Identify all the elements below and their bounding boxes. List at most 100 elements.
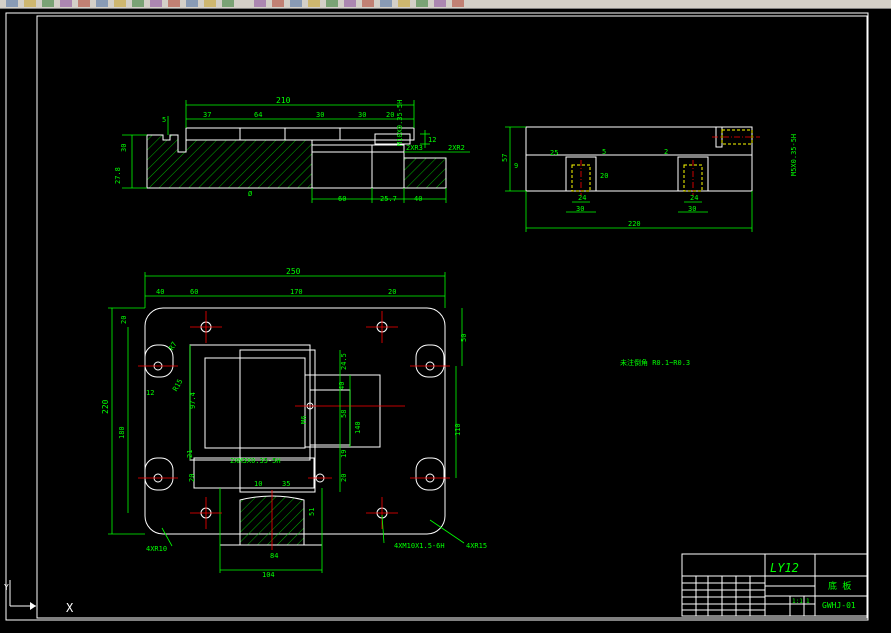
dim-30b: 30 [358,111,366,119]
dim-20-low: 20 [188,474,196,482]
title-scale: 1:1 [792,598,803,605]
dim-20: 20 [386,111,394,119]
dim-50: 50 [460,334,468,342]
drawing-canvas[interactable]: 210 37 64 30 30 20 5 30 27.8 60 25.7 40 … [0,9,891,629]
dim-24b: 24 [690,194,698,202]
dim-12-plan: 12 [146,389,154,397]
zoom-window-icon[interactable] [254,0,266,7]
zoom-realtime-icon[interactable] [222,0,234,7]
dim-12: 12 [428,136,436,144]
dim-57: 57 [501,154,509,162]
color-icon[interactable] [452,0,464,7]
dim-25-side: 25 [550,149,558,157]
thread-callout-side: M5X0.35-5H [790,134,798,176]
inner-frame [36,15,868,619]
dim-27: 27.8 [114,167,122,184]
dim-20-left: 20 [120,316,128,324]
dim-220: 220 [628,220,641,228]
print-icon[interactable] [60,0,72,7]
dim-20-plan: 20 [388,288,396,296]
dim-24a: 24 [578,194,586,202]
layer-icon[interactable] [416,0,428,7]
dim-180: 180 [118,426,126,439]
title-part-name: 底 板 [828,580,851,592]
dim-40-plan: 40 [156,288,164,296]
dim-25-7: 25.7 [380,195,397,203]
dim-9: 9 [514,162,518,170]
dim-51: 51 [308,508,316,516]
match-icon[interactable] [150,0,162,7]
dim-64: 64 [254,111,262,119]
redo-icon[interactable] [186,0,198,7]
save-icon[interactable] [42,0,54,7]
dim-60-plan: 60 [190,288,198,296]
phi-mark: Ø [248,190,253,198]
dim-5-side: 5 [602,148,606,156]
dim-30a: 30 [316,111,324,119]
note-4xr10: 4XR10 [146,545,167,553]
title-material: LY12 [770,561,799,575]
ucs-icon: X Y [4,580,74,615]
dim-19: 19 [340,450,348,458]
preview-icon[interactable] [78,0,90,7]
section-view: 210 37 64 30 30 20 5 30 27.8 60 25.7 40 … [114,96,470,203]
design-center-icon[interactable] [308,0,320,7]
note-2xr2: 2XR2 [448,144,465,152]
thread-2xm3: 2XM3X0.35-5H [230,457,281,465]
note-4xr15: 4XR15 [466,542,487,550]
general-note: 未注倒角 R0.1~R0.3 [620,358,690,367]
note-4xm10: 4XM10X1.5-6H [394,542,445,550]
dim-20-side: 20 [600,172,608,180]
properties-icon[interactable] [290,0,302,7]
dim-220-plan: 220 [101,399,110,414]
dim-40-mid: 40 [338,382,346,390]
title-drawing-no: GWHJ-01 [822,601,856,610]
ucs-x-label: X [66,601,74,615]
dim-30b-side: 30 [688,205,696,213]
dim-35: 35 [282,480,290,488]
pan-icon[interactable] [204,0,216,7]
dim-140: 140 [354,421,362,434]
dim-58: 58 [340,410,348,418]
thread-callout-top: M10X0.35-5H [396,100,404,146]
ucs-y-label: Y [4,583,9,592]
dim-20-mid: 20 [340,474,348,482]
dim-104: 104 [262,571,275,579]
title-block: LY12 底 板 GWHJ-01 1:1 1 [681,553,868,617]
open-icon[interactable] [24,0,36,7]
new-icon[interactable] [6,0,18,7]
dim-250: 250 [286,267,301,276]
dim-30a-side: 30 [576,205,584,213]
plan-view: 250 40 60 170 20 220 180 20 R7 12 R15 97… [101,267,487,579]
dim-5: 5 [162,116,166,124]
dim-r15: R15 [171,378,184,393]
paste-icon[interactable] [132,0,144,7]
standard-toolbar [0,0,891,9]
thread-m6: M6 [300,416,308,424]
layer-state-icon[interactable] [434,0,446,7]
dim-110: 110 [454,423,462,436]
title-qty: 1 [806,598,810,605]
calculator-icon[interactable] [380,0,392,7]
zoom-previous-icon[interactable] [272,0,284,7]
drawing-svg[interactable]: 210 37 64 30 30 20 5 30 27.8 60 25.7 40 … [0,9,891,629]
help-icon[interactable] [398,0,410,7]
section-insert [311,144,405,189]
dim-r7: R7 [168,340,179,351]
copy-icon[interactable] [114,0,126,7]
dim-30-side: 30 [120,144,128,152]
tool-palette-icon[interactable] [326,0,338,7]
outer-frame [5,12,869,621]
sheet-set-icon[interactable] [344,0,356,7]
dim-97-4: 97.4 [189,392,197,409]
dim-170: 170 [290,288,303,296]
dim-10: 10 [254,480,262,488]
dim-37: 37 [203,111,211,119]
undo-icon[interactable] [168,0,180,7]
markup-icon[interactable] [362,0,374,7]
note-2xr3: 2XR3 [406,144,423,152]
dim-84: 84 [270,552,278,560]
dim-24-5: 24.5 [340,353,348,370]
dim-2-side: 2 [664,148,668,156]
cut-icon[interactable] [96,0,108,7]
